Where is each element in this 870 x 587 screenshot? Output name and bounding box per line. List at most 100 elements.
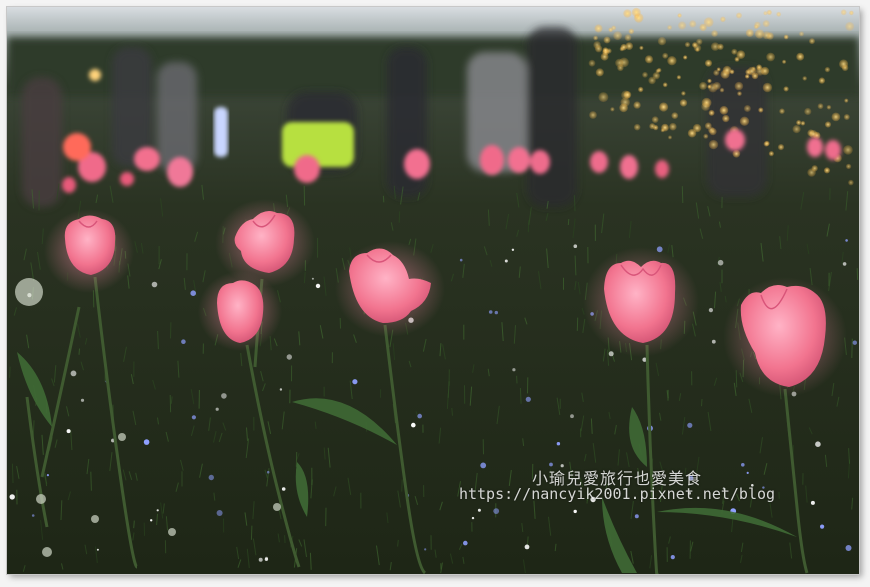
grass-blade	[397, 539, 399, 547]
bokeh-light	[692, 123, 702, 133]
bokeh-light	[625, 42, 634, 50]
bokeh-light	[800, 121, 806, 126]
bokeh-light	[804, 107, 812, 116]
bokeh-light	[712, 81, 721, 90]
bokeh-light	[633, 123, 641, 131]
bokeh-light	[708, 109, 715, 116]
bokeh-light	[704, 59, 713, 67]
sparkle-light	[266, 470, 270, 474]
bokeh-light	[744, 74, 750, 79]
bokeh-light	[710, 42, 720, 51]
bokeh-light	[708, 139, 719, 150]
bokeh-light	[648, 76, 656, 85]
bokeh-light	[699, 81, 708, 90]
bokeh-light	[796, 120, 802, 126]
sparkle-light	[80, 398, 85, 402]
bokeh-light	[676, 75, 682, 80]
sparkle-light	[459, 258, 463, 262]
bokeh-light	[809, 38, 815, 45]
bokeh-light	[703, 133, 709, 139]
bokeh-light	[628, 28, 635, 35]
sparkle-light	[265, 556, 268, 560]
bokeh-light	[667, 56, 677, 66]
bokeh-light	[762, 82, 773, 93]
bokeh-light	[594, 45, 603, 53]
sparkle-light	[31, 514, 35, 517]
bokeh-light	[731, 48, 738, 55]
bokeh-light	[745, 29, 754, 37]
sparkle-light	[570, 414, 574, 419]
bokeh-light	[849, 10, 854, 16]
bokeh-light	[763, 141, 769, 147]
bokeh-light	[839, 59, 849, 69]
bokeh-light	[844, 98, 849, 103]
bokeh-light	[713, 69, 720, 76]
bokeh-light	[671, 112, 679, 119]
sparkle-light	[311, 277, 314, 280]
bokeh-light	[755, 66, 765, 76]
bokeh-light	[651, 116, 659, 123]
bokeh-light	[776, 11, 782, 17]
grass-blade	[90, 471, 92, 491]
bokeh-light	[639, 45, 644, 51]
bokeh-light	[681, 91, 686, 96]
bokeh-light	[848, 179, 854, 186]
bokeh-light	[610, 107, 615, 112]
grass-blade	[451, 407, 453, 416]
bokeh-light	[792, 125, 801, 134]
sparkle-light	[573, 509, 577, 514]
bokeh-light	[595, 68, 604, 77]
bokeh-light	[669, 122, 677, 131]
bokeh-light	[598, 92, 609, 103]
bokeh-light	[732, 149, 741, 158]
watermark-url: https://nancyik2001.pixnet.net/blog	[458, 485, 776, 503]
sparkle-light	[477, 508, 481, 512]
sparkle-light	[810, 500, 815, 505]
sparkle-light	[417, 413, 423, 419]
sparkle-light	[191, 415, 196, 420]
sparkle-light	[258, 557, 263, 562]
bokeh-light	[661, 123, 669, 132]
grass-blade	[398, 211, 401, 223]
bokeh-light	[802, 76, 807, 81]
bokeh-light	[593, 35, 598, 41]
grass-blade	[250, 525, 253, 540]
bokeh-light	[736, 50, 746, 59]
bokeh-light	[633, 101, 641, 109]
sparkle-light	[608, 351, 614, 357]
bokeh-light	[619, 103, 628, 113]
sparkle-light	[717, 259, 724, 266]
sparkle-light	[512, 368, 516, 372]
bokeh-light	[642, 71, 648, 78]
bokeh-light	[734, 81, 744, 91]
bokeh-light	[826, 105, 832, 110]
bokeh-light	[824, 121, 832, 128]
sparkle-light	[815, 441, 821, 448]
bokeh-light	[777, 144, 785, 151]
bokeh-light	[809, 130, 818, 139]
sparkle-light	[504, 259, 508, 263]
bokeh-light	[751, 66, 756, 72]
bokeh-light	[615, 58, 624, 68]
sparkle-light	[151, 281, 158, 288]
bokeh-light	[736, 12, 742, 19]
bokeh-light	[782, 59, 787, 64]
sparkle-light	[46, 474, 50, 477]
bokeh-light	[818, 77, 826, 84]
bokeh-light	[766, 9, 772, 15]
sparkle-light	[556, 442, 561, 446]
bokeh-light	[743, 105, 751, 112]
bokeh-light	[817, 103, 824, 110]
bokeh-light	[684, 41, 691, 48]
bokeh-light	[824, 66, 831, 73]
bokeh-light	[701, 102, 710, 111]
sparkle-light	[852, 340, 857, 345]
bokeh-light	[840, 9, 847, 16]
sparkle-light	[511, 248, 515, 251]
bokeh-light	[754, 29, 765, 39]
sparkle-light	[96, 548, 99, 551]
bokeh-light	[707, 126, 715, 134]
bokeh-light	[720, 16, 726, 23]
bokeh-light	[657, 37, 667, 46]
bokeh-light	[799, 31, 804, 37]
